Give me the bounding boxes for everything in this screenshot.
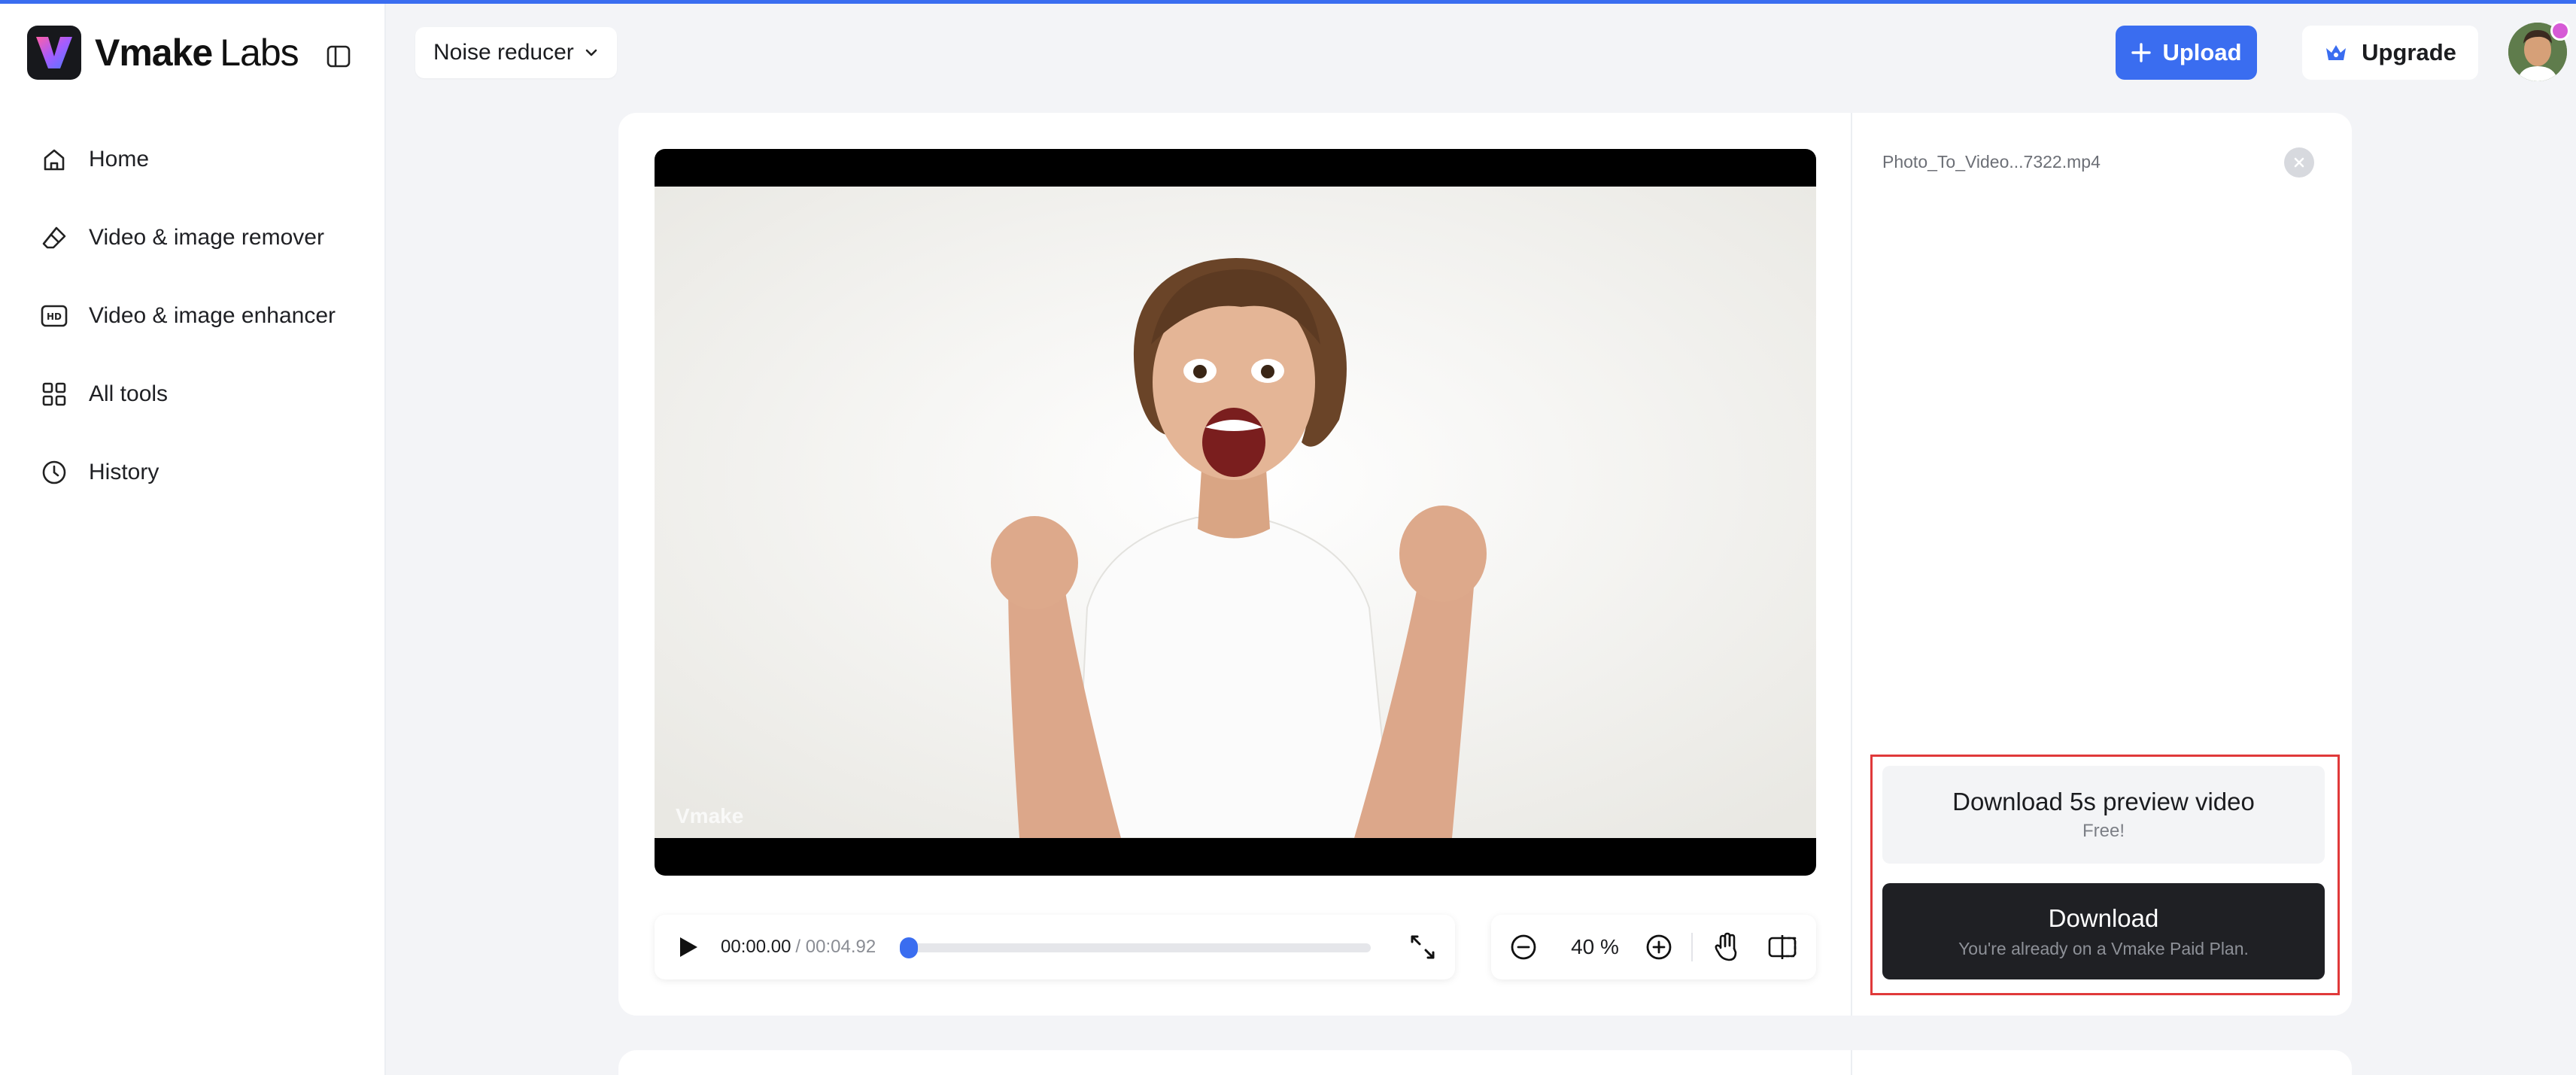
seek-handle[interactable] — [900, 937, 918, 958]
clock-icon — [39, 457, 69, 487]
vmake-logo-icon — [27, 26, 81, 80]
hand-pan-icon[interactable] — [1711, 931, 1742, 963]
zoom-level: 40 % — [1571, 935, 1619, 958]
secondary-card — [618, 1050, 2352, 1075]
download-subtitle: You're already on a Vmake Paid Plan. — [1958, 938, 2249, 958]
download-title: Download — [2048, 903, 2159, 932]
close-icon[interactable] — [2284, 147, 2314, 178]
upload-button[interactable]: Upload — [2116, 26, 2257, 80]
editor-card: Vmake 00:00.00 / 00:04.92 40 % Photo_To_… — [618, 113, 2352, 1016]
download-preview-button[interactable]: Download 5s preview video Free! — [1882, 766, 2325, 864]
divider — [1691, 933, 1693, 961]
chevron-down-icon — [583, 44, 600, 61]
grid-icon — [39, 379, 69, 409]
sidebar: Vmake Labs Home Video & image remover HD… — [0, 4, 386, 1075]
zoom-in-icon[interactable] — [1643, 931, 1675, 963]
sidebar-nav: Home Video & image remover HD Video & im… — [27, 120, 358, 512]
upload-label: Upload — [2162, 39, 2242, 65]
sidebar-item-label: All tools — [89, 381, 169, 406]
video-player[interactable]: Vmake — [655, 149, 1816, 876]
tool-select-value: Noise reducer — [433, 40, 574, 65]
sidebar-item-label: Video & image enhancer — [89, 303, 336, 328]
svg-text:HD: HD — [47, 311, 62, 322]
sidebar-item-home[interactable]: Home — [27, 120, 358, 199]
sidebar-item-label: History — [89, 460, 159, 484]
file-name: Photo_To_Video...7322.mp4 — [1882, 152, 2101, 172]
brand[interactable]: Vmake Labs — [27, 25, 299, 80]
tool-select-dropdown[interactable]: Noise reducer — [415, 27, 617, 78]
panel-divider — [1851, 1050, 1852, 1075]
duration-time: / 00:04.92 — [795, 937, 876, 957]
notification-badge — [2550, 21, 2570, 41]
sidebar-item-label: Home — [89, 147, 150, 172]
fullscreen-icon[interactable] — [1407, 931, 1438, 963]
eraser-icon — [39, 223, 69, 253]
download-button[interactable]: Download You're already on a Vmake Paid … — [1882, 883, 2325, 979]
panel-divider — [1851, 113, 1852, 1016]
sidebar-item-remover[interactable]: Video & image remover — [27, 199, 358, 277]
top-progress-line — [0, 0, 2576, 4]
brand-sub: Labs — [220, 32, 299, 74]
play-icon[interactable] — [674, 933, 703, 961]
download-preview-title: Download 5s preview video — [1952, 788, 2255, 815]
download-preview-subtitle: Free! — [2082, 821, 2125, 841]
playback-controls: 00:00.00 / 00:04.92 — [655, 915, 1455, 979]
time-display: 00:00.00 / 00:04.92 — [721, 915, 876, 979]
sidebar-item-label: Video & image remover — [89, 225, 324, 250]
compare-split-icon[interactable] — [1766, 931, 1798, 963]
crown-icon — [2324, 42, 2348, 63]
sidebar-toggle-icon[interactable] — [324, 41, 354, 71]
sidebar-item-all-tools[interactable]: All tools — [27, 355, 358, 433]
zoom-controls: 40 % — [1491, 915, 1816, 979]
current-time: 00:00.00 — [721, 937, 791, 957]
zoom-out-icon[interactable] — [1508, 931, 1539, 963]
upgrade-label: Upgrade — [2362, 39, 2456, 65]
sidebar-item-enhancer[interactable]: HD Video & image enhancer — [27, 277, 358, 355]
seek-bar[interactable] — [900, 937, 1371, 958]
brand-name: Vmake — [95, 32, 213, 74]
hd-icon: HD — [39, 301, 69, 331]
video-preview-image: Vmake — [655, 187, 1816, 839]
sidebar-item-history[interactable]: History — [27, 433, 358, 512]
upgrade-button[interactable]: Upgrade — [2302, 26, 2478, 80]
home-icon — [39, 144, 69, 175]
plus-icon — [2131, 42, 2152, 63]
video-watermark: Vmake — [676, 804, 743, 828]
